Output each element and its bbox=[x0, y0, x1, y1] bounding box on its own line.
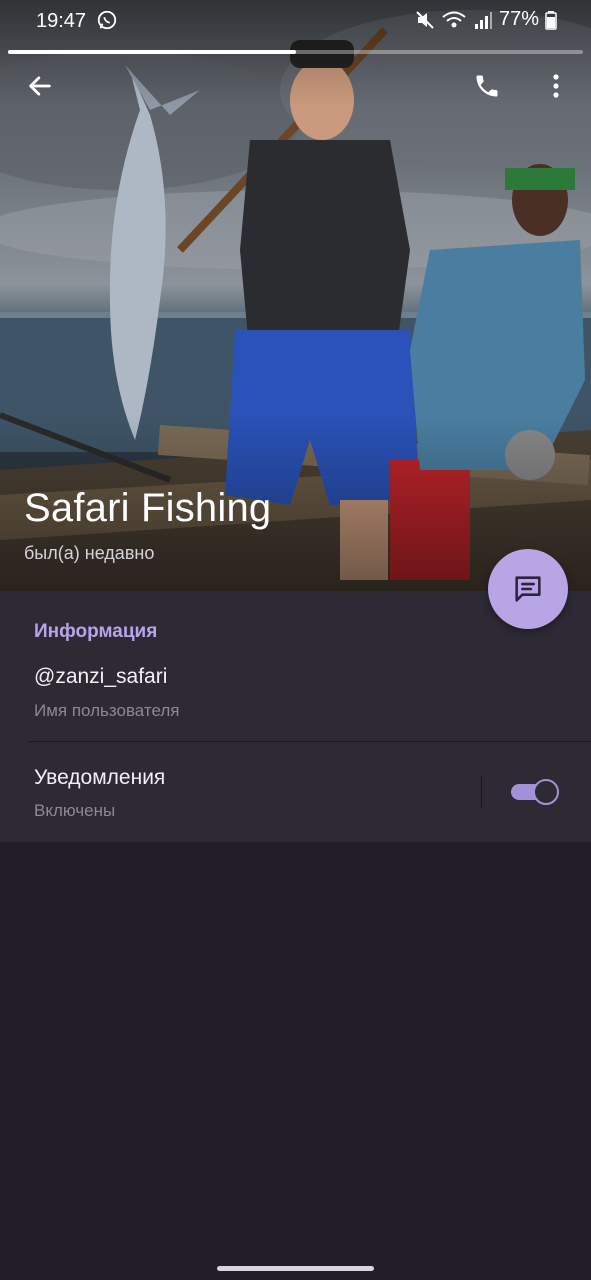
divider bbox=[28, 741, 591, 742]
battery-percent: 77% bbox=[498, 8, 539, 30]
photo-progress-fill bbox=[8, 50, 296, 54]
notifications-toggle[interactable] bbox=[511, 779, 560, 805]
status-bar: 19:47 77% bbox=[0, 0, 591, 44]
message-icon bbox=[515, 576, 541, 602]
status-icons: 77% bbox=[415, 8, 557, 31]
username-value[interactable]: @zanzi_safari bbox=[34, 665, 167, 689]
more-options-button[interactable] bbox=[536, 66, 576, 106]
back-button[interactable] bbox=[20, 66, 60, 106]
info-section: Информация @zanzi_safari Имя пользовател… bbox=[0, 591, 591, 842]
signal-icon bbox=[474, 11, 492, 29]
vertical-separator bbox=[481, 776, 482, 808]
more-vertical-icon bbox=[553, 74, 559, 98]
notifications-state: Включены bbox=[34, 801, 116, 820]
username-caption: Имя пользователя bbox=[34, 701, 180, 720]
call-button[interactable] bbox=[467, 66, 507, 106]
phone-icon bbox=[476, 75, 498, 97]
battery-icon bbox=[545, 10, 557, 30]
photo-progress-bar bbox=[8, 50, 583, 54]
last-seen-status: был(а) недавно bbox=[24, 543, 155, 563]
info-section-header: Информация bbox=[34, 621, 158, 642]
whatsapp-icon bbox=[97, 10, 117, 30]
home-indicator[interactable] bbox=[217, 1266, 374, 1271]
status-time: 19:47 bbox=[36, 10, 87, 32]
arrow-left-icon bbox=[29, 76, 51, 96]
mute-icon bbox=[416, 10, 434, 29]
profile-name: Safari Fishing bbox=[24, 486, 272, 530]
send-message-button[interactable] bbox=[488, 549, 568, 629]
wifi-icon bbox=[442, 11, 466, 27]
notifications-label[interactable]: Уведомления bbox=[34, 766, 165, 790]
toggle-thumb bbox=[533, 779, 559, 805]
